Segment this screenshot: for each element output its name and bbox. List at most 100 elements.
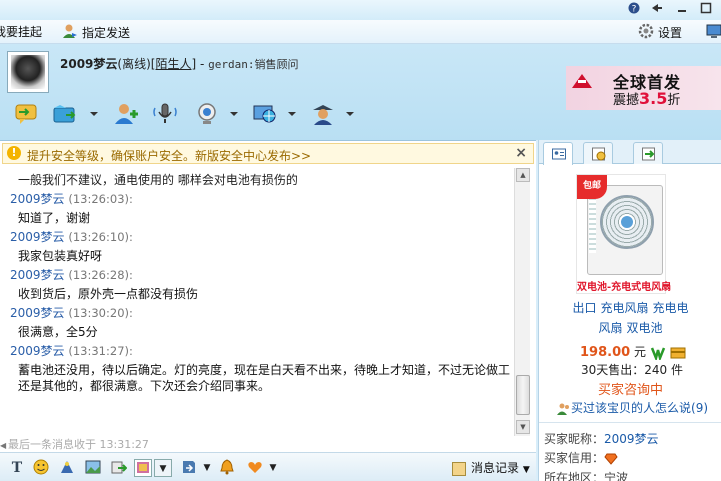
product-link[interactable]: 出口	[572, 301, 596, 315]
send-file-dropdown-icon[interactable]	[90, 112, 98, 116]
avatar-image	[11, 55, 45, 89]
font-icon[interactable]: T	[8, 459, 26, 477]
buyer-nick[interactable]: 2009梦云	[604, 432, 659, 446]
product-link[interactable]: 充电电	[653, 301, 689, 315]
heart-icon[interactable]	[246, 459, 264, 477]
history-icon	[452, 461, 466, 476]
reviews-count: (9)	[691, 401, 709, 415]
help-icon[interactable]: ?	[628, 2, 640, 18]
history-button[interactable]: 消息记录 ▼	[452, 459, 530, 476]
security-notice[interactable]: ! 提升安全等级，确保账户安全。新版安全中心发布>> ×	[2, 143, 534, 164]
tmall-logo-icon	[572, 74, 592, 88]
message-time: (13:31:27):	[68, 344, 133, 358]
tab-files[interactable]	[633, 142, 663, 164]
send-file-icon[interactable]	[52, 102, 80, 128]
maximize-icon[interactable]	[700, 2, 712, 18]
free-shipping-badge: 包邮	[577, 175, 607, 199]
scroll-down-button[interactable]: ▼	[516, 420, 530, 434]
screen-icon[interactable]	[706, 23, 721, 41]
tab-history[interactable]	[583, 142, 613, 164]
minimize-icon[interactable]	[676, 2, 688, 18]
share-icon[interactable]	[110, 459, 128, 477]
last-message-time: 最后一条消息收于 13:31:27	[8, 438, 149, 451]
buyer-region-label: 所在地区：	[544, 471, 605, 481]
product-link[interactable]: 风扇	[598, 321, 622, 335]
diamond-icon	[604, 451, 618, 465]
security-user-icon[interactable]	[310, 102, 338, 128]
tab-contact-card[interactable]	[543, 142, 573, 165]
remote-assist-dropdown-icon[interactable]	[288, 112, 296, 116]
security-user-dropdown-icon[interactable]	[346, 112, 354, 116]
side-tabs	[539, 140, 721, 165]
emoji-icon[interactable]	[32, 459, 50, 477]
fan-hub	[619, 214, 635, 230]
bell-icon[interactable]	[218, 459, 236, 477]
reviews-label: 买过该宝贝的人怎么说	[571, 401, 692, 415]
send-to-label: 指定发送	[82, 26, 131, 40]
video-call-icon[interactable]	[194, 102, 222, 128]
remote-assist-icon[interactable]	[252, 102, 280, 128]
settings-label: 设置	[658, 26, 683, 40]
user-send-icon	[62, 23, 78, 44]
away-button[interactable]: 我要挂起	[0, 23, 42, 41]
message-header: 2009梦云 (13:26:10):	[10, 230, 510, 245]
message-text: 我家包装真好呀	[18, 249, 103, 263]
price-row: 198.00 元	[580, 343, 686, 362]
voice-call-icon[interactable]	[152, 102, 180, 128]
pin-icon[interactable]	[650, 2, 662, 18]
video-call-dropdown-icon[interactable]	[230, 112, 238, 116]
product-image[interactable]: 包邮 双电池-充电式电风扇	[576, 174, 672, 294]
avatar[interactable]	[7, 51, 49, 93]
notice-text[interactable]: 提升安全等级，确保账户安全。新版安全中心发布>>	[27, 147, 311, 164]
chat-bubble-icon[interactable]	[14, 102, 42, 128]
contact-tag[interactable]: [陌生人]	[151, 57, 196, 71]
product-links: 出口 充电风扇 充电电 风扇 双电池	[539, 298, 721, 338]
sold-row: 30天售出：240 件	[581, 361, 683, 378]
heart-dropdown-icon[interactable]: ▼	[264, 459, 282, 477]
reviews-link[interactable]: 买过该宝贝的人怎么说(9)	[557, 399, 708, 416]
promo-banner[interactable]: 全球首发 震撼3.5折	[566, 66, 721, 110]
message-scrollbar[interactable]: ▲ ▼	[514, 168, 530, 436]
sold-count: 240	[644, 363, 668, 377]
message-item: 2009梦云 (13:26:28): 收到货后，原外壳一点都没有损伤	[10, 268, 510, 302]
send-file-dropdown-icon[interactable]: ▼	[198, 459, 216, 477]
message-item: 2009梦云 (13:26:10): 我家包装真好呀	[10, 230, 510, 264]
message-item: 2009梦云 (13:26:03): 知道了，谢谢	[10, 192, 510, 226]
contact-name[interactable]: 2009梦云	[60, 57, 117, 71]
settings-button[interactable]: 设置	[638, 23, 682, 41]
promo-line2: 震撼3.5折	[613, 89, 681, 108]
buyer-nick-row: 买家昵称：2009梦云	[544, 430, 659, 447]
product-price: 198.00	[580, 345, 631, 360]
sender-name[interactable]: 2009梦云	[10, 268, 65, 282]
scroll-up-button[interactable]: ▲	[516, 168, 530, 182]
forward-icon	[642, 147, 655, 161]
add-contact-icon[interactable]	[114, 102, 142, 128]
send-file-small-icon[interactable]	[180, 459, 198, 477]
buyer-region: 宁波	[604, 471, 629, 481]
screenshot-dropdown-icon[interactable]: ▼	[154, 459, 172, 477]
send-to-button[interactable]: 指定发送	[62, 23, 130, 41]
message-time: (13:26:28):	[68, 268, 133, 282]
sender-name[interactable]: 2009梦云	[10, 306, 65, 320]
message-header: 2009梦云 (13:31:27):	[10, 344, 510, 359]
people-icon	[557, 401, 571, 415]
product-link[interactable]: 充电风扇	[600, 301, 648, 315]
price-unit: 元	[634, 345, 647, 359]
buyer-credit-label: 买家信用：	[544, 451, 605, 465]
screenshot-icon[interactable]	[134, 459, 152, 477]
product-link[interactable]: 双电池	[627, 321, 663, 335]
image-icon[interactable]	[84, 459, 102, 477]
magic-icon[interactable]	[58, 459, 76, 477]
sender-name[interactable]: 2009梦云	[10, 344, 65, 358]
message-text: 一般我们不建议，通电使用的 哪样会对电池有损伤的	[18, 173, 298, 187]
product-caption: 双电池-充电式电风扇	[577, 282, 672, 293]
format-toolbar: T ▼ ▼ ▼ 消息记录 ▼	[0, 452, 536, 481]
message-item: 2009梦云 (13:30:20): 很满意，全5分	[10, 306, 510, 340]
message-header: 2009梦云 (13:26:03):	[10, 192, 510, 207]
buyer-nick-label: 买家昵称：	[544, 432, 605, 446]
scroll-thumb[interactable]	[516, 375, 530, 415]
close-icon[interactable]: ×	[515, 145, 527, 161]
sender-name[interactable]: 2009梦云	[10, 230, 65, 244]
title-strip: ?	[0, 0, 721, 20]
sender-name[interactable]: 2009梦云	[10, 192, 65, 206]
